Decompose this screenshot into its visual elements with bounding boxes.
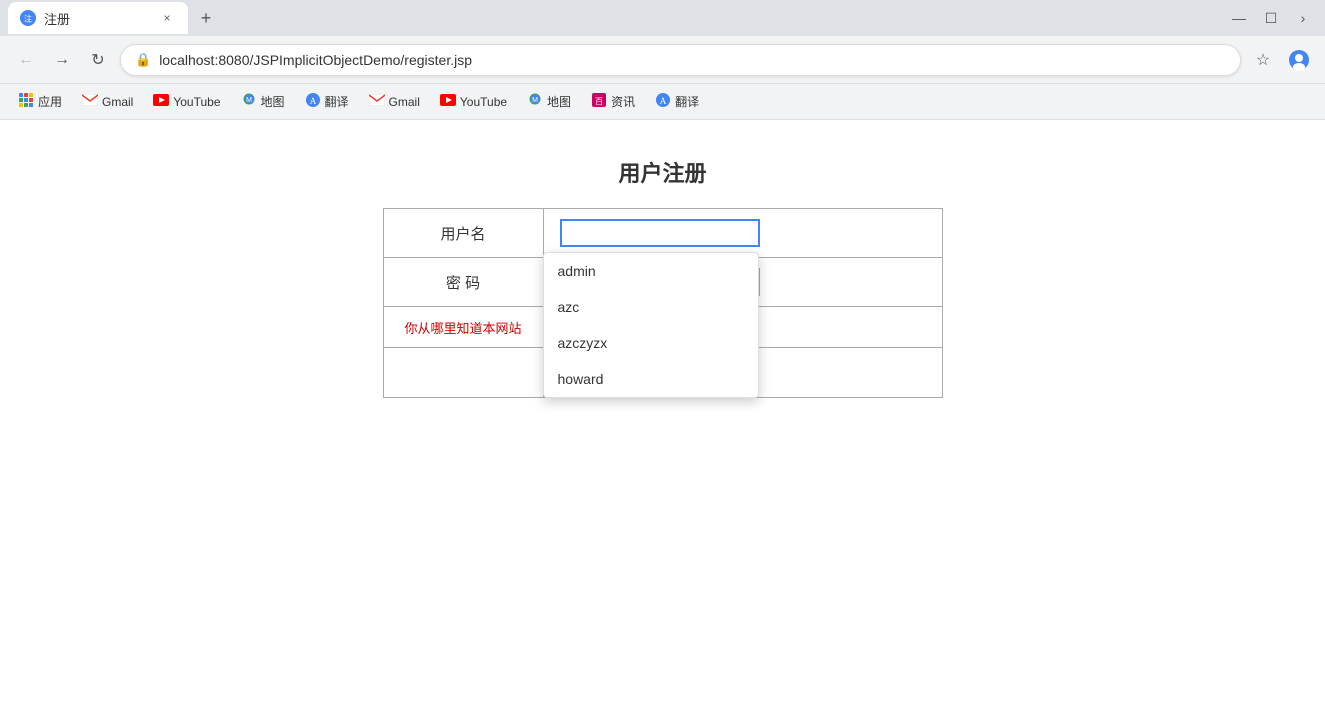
bookmark-youtube2[interactable]: YouTube [432, 91, 515, 112]
bookmarks-bar: 应用 Gmail YouTube M 地图 A 翻译 [0, 84, 1325, 120]
bookmark-news[interactable]: 百 资讯 [583, 89, 643, 114]
maps1-icon: M [241, 92, 257, 111]
bookmark-youtube1-label: YouTube [173, 95, 220, 109]
window-controls: — ☐ › [1225, 4, 1317, 32]
bookmark-translate1[interactable]: A 翻译 [297, 89, 357, 114]
password-label: 密 码 [383, 258, 543, 307]
bookmark-apps[interactable]: 应用 [10, 89, 70, 114]
source-label: 你从哪里知道本网站 [383, 307, 543, 348]
bookmark-youtube2-label: YouTube [460, 95, 507, 109]
youtube1-icon [153, 94, 169, 109]
youtube2-icon [440, 94, 456, 109]
translate1-icon: A [305, 92, 321, 111]
autocomplete-dropdown: admin azc azczyzx howard [543, 252, 759, 398]
maximize-button[interactable]: ☐ [1257, 4, 1285, 32]
bookmark-gmail2[interactable]: Gmail [361, 91, 428, 112]
autocomplete-item-howard[interactable]: howard [544, 361, 758, 397]
submit-label-cell [383, 348, 543, 398]
tab-bar: 注 注册 × + — ☐ › [0, 0, 1325, 36]
registration-form-container: 用户名 密 码 你从哪里知道本网站 ... 电视 [383, 208, 943, 398]
username-input-cell [543, 209, 942, 258]
bookmark-maps2[interactable]: M 地图 [519, 89, 579, 114]
bookmark-gmail1-label: Gmail [102, 95, 133, 109]
maps2-icon: M [527, 92, 543, 111]
autocomplete-item-azczyzx[interactable]: azczyzx [544, 325, 758, 361]
minimize-button[interactable]: — [1225, 4, 1253, 32]
username-input[interactable] [560, 219, 760, 247]
svg-text:注: 注 [24, 14, 32, 24]
gmail1-icon [82, 94, 98, 109]
new-tab-button[interactable]: + [192, 4, 220, 32]
active-tab[interactable]: 注 注册 × [8, 2, 188, 34]
tab-close-button[interactable]: × [158, 9, 176, 27]
autocomplete-item-azc[interactable]: azc [544, 289, 758, 325]
autocomplete-item-admin[interactable]: admin [544, 253, 758, 289]
bookmark-maps1[interactable]: M 地图 [233, 89, 293, 114]
apps-icon [18, 92, 34, 111]
bookmark-gmail1[interactable]: Gmail [74, 91, 141, 112]
bookmark-maps1-label: 地图 [261, 93, 285, 110]
username-row: 用户名 [383, 209, 942, 258]
address-input-wrap[interactable]: 🔒 localhost:8080/JSPImplicitObjectDemo/r… [120, 44, 1241, 76]
svg-text:百: 百 [595, 97, 603, 106]
username-label: 用户名 [383, 209, 543, 258]
bookmark-news-label: 资讯 [611, 93, 635, 110]
bookmark-apps-label: 应用 [38, 93, 62, 110]
bookmark-translate2-label: 翻译 [675, 93, 699, 110]
address-bar: ← → ↻ 🔒 localhost:8080/JSPImplicitObject… [0, 36, 1325, 84]
forward-button[interactable]: → [48, 46, 76, 74]
bookmark-youtube1[interactable]: YouTube [145, 91, 228, 112]
bookmark-translate2[interactable]: A 翻译 [647, 89, 707, 114]
gmail2-icon [369, 94, 385, 109]
svg-text:A: A [309, 96, 316, 106]
refresh-button[interactable]: ↻ [84, 46, 112, 74]
svg-text:A: A [660, 96, 667, 106]
svg-text:M: M [532, 97, 538, 104]
bookmark-translate1-label: 翻译 [325, 93, 349, 110]
svg-text:M: M [246, 97, 252, 104]
bookmark-gmail2-label: Gmail [389, 95, 420, 109]
back-button[interactable]: ← [12, 46, 40, 74]
tab-favicon: 注 [20, 10, 36, 26]
url-display: localhost:8080/JSPImplicitObjectDemo/reg… [159, 52, 1226, 68]
tab-title: 注册 [44, 9, 70, 28]
page-content: 用户注册 用户名 密 码 你从哪里知道本网站 ... [0, 120, 1325, 714]
lock-icon: 🔒 [135, 52, 151, 68]
bookmark-maps2-label: 地图 [547, 93, 571, 110]
translate2-icon: A [655, 92, 671, 111]
account-button[interactable] [1285, 46, 1313, 74]
page-title: 用户注册 [618, 156, 706, 188]
news-icon: 百 [591, 92, 607, 111]
bookmark-star-button[interactable]: ☆ [1249, 46, 1277, 74]
close-window-button[interactable]: › [1289, 4, 1317, 32]
